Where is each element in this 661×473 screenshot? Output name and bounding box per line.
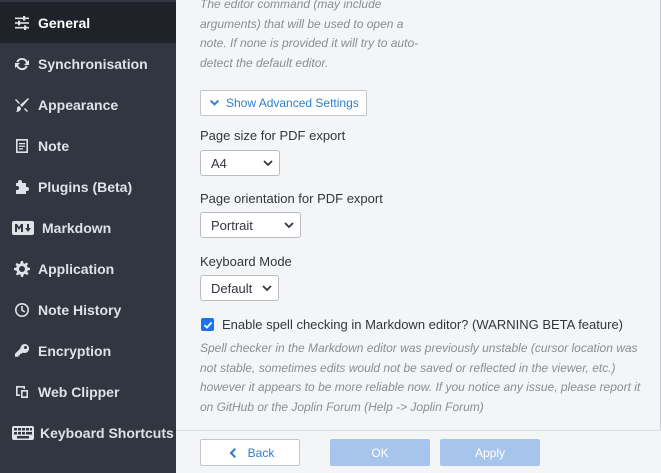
apply-button[interactable]: Apply — [440, 439, 540, 466]
chevron-down-icon — [263, 159, 273, 166]
page-size-select[interactable]: A4 — [200, 150, 280, 176]
sidebar-item-label: Web Clipper — [38, 383, 120, 400]
sidebar-item-label: Application — [38, 260, 115, 277]
keyboard-icon — [12, 424, 34, 442]
sync-icon — [12, 55, 32, 73]
sidebar-item-label: Note — [38, 137, 70, 154]
ok-button[interactable]: OK — [330, 439, 430, 466]
sidebar-item-keyboard-shortcuts[interactable]: Keyboard Shortcuts — [0, 412, 176, 453]
chevron-down-icon — [209, 99, 220, 106]
puzzle-icon — [12, 178, 32, 196]
sidebar-item-note-history[interactable]: Note History — [0, 289, 176, 330]
spellcheck-description: Spell checker in the Markdown editor was… — [200, 341, 641, 414]
page-orientation-label: Page orientation for PDF export — [200, 191, 383, 206]
sidebar-item-web-clipper[interactable]: Web Clipper — [0, 371, 176, 412]
page-orientation-select[interactable]: Portrait — [200, 212, 301, 238]
sliders-icon — [12, 14, 32, 32]
sidebar-item-label: Encryption — [38, 342, 112, 359]
chevron-left-icon — [229, 447, 236, 458]
spellcheck-label: Enable spell checking in Markdown editor… — [222, 317, 624, 332]
sidebar-item-label: Appearance — [38, 96, 119, 113]
checkmark-icon — [203, 321, 212, 329]
markdown-icon — [12, 219, 34, 237]
sidebar-item-synchronisation[interactable]: Synchronisation — [0, 43, 176, 84]
gear-icon — [12, 260, 32, 278]
chevron-down-icon — [262, 284, 272, 291]
keyboard-mode-label: Keyboard Mode — [200, 254, 292, 269]
note-icon — [12, 137, 32, 155]
sidebar-item-plugins[interactable]: Plugins (Beta) — [0, 166, 176, 207]
sidebar-item-markdown[interactable]: Markdown — [0, 207, 176, 248]
paint-brush-icon — [12, 96, 32, 114]
settings-sidebar: General Synchronisation Appearance Note … — [0, 0, 176, 473]
sidebar-item-label: Markdown — [42, 219, 112, 236]
sidebar-item-encryption[interactable]: Encryption — [0, 330, 176, 371]
sidebar-item-note[interactable]: Note — [0, 125, 176, 166]
sidebar-item-appearance[interactable]: Appearance — [0, 84, 176, 125]
key-icon — [12, 342, 32, 360]
page-size-label: Page size for PDF export — [200, 128, 346, 143]
sidebar-item-label: General — [38, 14, 91, 31]
clipper-icon — [12, 383, 32, 401]
chevron-down-icon — [284, 221, 294, 228]
sidebar-item-application[interactable]: Application — [0, 248, 176, 289]
sidebar-item-label: Note History — [38, 301, 122, 318]
editor-description: The editor command (may include argument… — [200, 0, 419, 70]
back-button[interactable]: Back — [200, 439, 300, 466]
keyboard-mode-select[interactable]: Default — [200, 275, 279, 301]
sidebar-item-general[interactable]: General — [0, 2, 176, 43]
sidebar-item-label: Synchronisation — [38, 55, 148, 72]
history-icon — [12, 301, 32, 319]
spellcheck-checkbox[interactable] — [201, 318, 214, 331]
settings-content: The editor command (may include argument… — [176, 0, 661, 430]
sidebar-item-label: Keyboard Shortcuts — [40, 424, 174, 441]
sidebar-item-label: Plugins (Beta) — [38, 178, 133, 195]
settings-footer: Back OK Apply — [176, 430, 661, 473]
show-advanced-settings-button[interactable]: Show Advanced Settings — [200, 90, 367, 116]
